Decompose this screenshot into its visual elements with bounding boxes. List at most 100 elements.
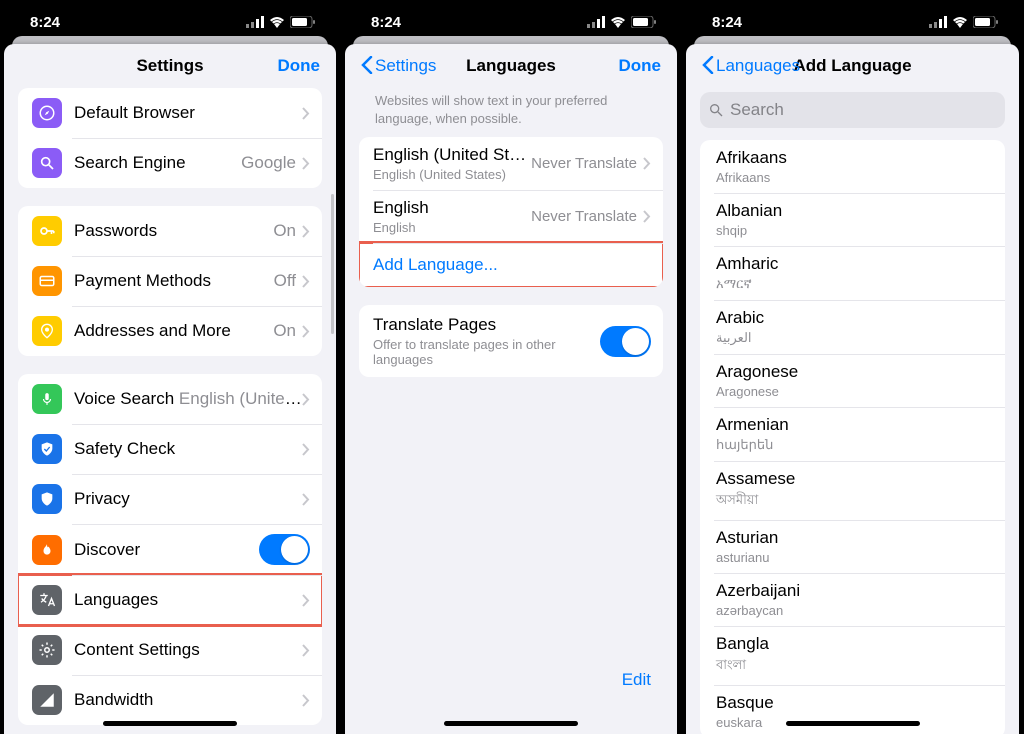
row-label: Bangla — [716, 634, 989, 654]
row-sublabel: azərbaycan — [716, 603, 989, 618]
done-button[interactable]: Done — [619, 56, 662, 76]
chevron-icon — [302, 225, 310, 238]
chevron-icon — [302, 493, 310, 506]
row-label: Default Browser — [74, 103, 302, 123]
home-indicator[interactable] — [786, 721, 920, 726]
row-label: Basque — [716, 693, 989, 713]
key-icon — [32, 216, 62, 246]
language-option[interactable]: Arabicالعربية — [700, 300, 1005, 354]
status-time: 8:24 — [30, 14, 60, 31]
search-engine-row[interactable]: Search Engine Google — [18, 138, 322, 188]
battery-icon — [631, 16, 657, 28]
battery-icon — [973, 16, 999, 28]
row-label: Armenian — [716, 415, 989, 435]
gear-icon — [32, 635, 62, 665]
row-label: English (United States) — [373, 145, 531, 165]
language-option[interactable]: Armenian հայերեն — [700, 407, 1005, 461]
search-input[interactable]: Search — [700, 92, 1005, 128]
language-option[interactable]: Amharicአማርኛ — [700, 246, 1005, 300]
row-label: Azerbaijani — [716, 581, 989, 601]
row-sublabel: বাংলা — [716, 656, 989, 677]
row-label: Arabic — [716, 308, 989, 328]
row-label: Add Language... — [373, 255, 651, 275]
row-value: On — [273, 221, 296, 241]
discover-row[interactable]: Discover — [18, 524, 322, 575]
payment-methods-row[interactable]: Payment Methods Off — [18, 256, 322, 306]
signal-icon — [246, 16, 264, 28]
chevron-icon — [302, 393, 310, 406]
row-value: Never Translate — [531, 208, 637, 225]
row-sublabel: አማርኛ — [716, 276, 989, 292]
row-label: Asturian — [716, 528, 989, 548]
row-label: Albanian — [716, 201, 989, 221]
chevron-icon — [643, 210, 651, 223]
bandwidth-row[interactable]: Bandwidth — [18, 675, 322, 725]
home-indicator[interactable] — [103, 721, 237, 726]
battery-icon — [290, 16, 316, 28]
add-language-button[interactable]: Add Language... — [359, 243, 663, 287]
search-placeholder: Search — [730, 100, 784, 120]
language-option[interactable]: Asturianasturianu — [700, 520, 1005, 573]
status-icons — [929, 16, 999, 28]
row-sublabel: հայերեն — [716, 437, 989, 453]
addresses-row[interactable]: Addresses and More On — [18, 306, 322, 356]
done-button[interactable]: Done — [278, 56, 321, 76]
nav-bar: Settings Done — [4, 44, 336, 88]
row-label: Assamese — [716, 469, 989, 489]
languages-row[interactable]: Languages — [18, 575, 322, 625]
row-label: Content Settings — [74, 640, 302, 660]
row-label: Search Engine — [74, 153, 241, 173]
row-sublabel: Offer to translate pages in other langua… — [373, 337, 590, 367]
signal-icon — [587, 16, 605, 28]
chevron-icon — [302, 644, 310, 657]
row-value: Off — [274, 271, 296, 291]
back-button[interactable]: Settings — [361, 56, 436, 76]
content-settings-row[interactable]: Content Settings — [18, 625, 322, 675]
row-label: Addresses and More — [74, 321, 273, 341]
back-button[interactable]: Languages — [702, 56, 800, 76]
language-option[interactable]: Banglaবাংলা — [700, 626, 1005, 685]
row-sublabel: shqip — [716, 223, 989, 238]
safety-check-row[interactable]: Safety Check — [18, 424, 322, 474]
privacy-row[interactable]: Privacy — [18, 474, 322, 524]
row-value: On — [273, 321, 296, 341]
language-option[interactable]: AfrikaansAfrikaans — [700, 140, 1005, 193]
row-label: Discover — [74, 540, 259, 560]
translate-pages-toggle[interactable] — [600, 326, 651, 357]
status-icons — [246, 16, 316, 28]
row-label: Voice Search English (United St... — [74, 389, 302, 409]
shield-icon — [32, 484, 62, 514]
row-value: Google — [241, 153, 296, 173]
chevron-icon — [302, 107, 310, 120]
status-icons — [587, 16, 657, 28]
default-browser-row[interactable]: Default Browser — [18, 88, 322, 138]
passwords-row[interactable]: Passwords On — [18, 206, 322, 256]
language-option[interactable]: Azerbaijani azərbaycan — [700, 573, 1005, 626]
credit-card-icon — [32, 266, 62, 296]
language-row[interactable]: English (United States) English (United … — [359, 137, 663, 190]
row-label: Payment Methods — [74, 271, 274, 291]
signal-icon — [929, 16, 947, 28]
flame-icon — [32, 535, 62, 565]
language-option[interactable]: Assameseঅসমীয়া — [700, 461, 1005, 520]
language-option[interactable]: Albanian shqip — [700, 193, 1005, 246]
row-value: Never Translate — [531, 155, 637, 172]
wifi-icon — [610, 16, 626, 28]
shield-check-icon — [32, 434, 62, 464]
voice-search-row[interactable]: Voice Search English (United St... — [18, 374, 322, 424]
row-label: Passwords — [74, 221, 273, 241]
row-sublabel: অসমীয়া — [716, 491, 989, 512]
language-row[interactable]: English English Never Translate — [359, 190, 663, 243]
language-option[interactable]: AragoneseAragonese — [700, 354, 1005, 407]
chevron-icon — [302, 443, 310, 456]
row-sublabel: English (United States) — [373, 167, 531, 182]
scrollbar[interactable] — [331, 194, 334, 334]
chevron-icon — [302, 275, 310, 288]
home-indicator[interactable] — [444, 721, 578, 726]
translate-pages-row[interactable]: Translate Pages Offer to translate pages… — [359, 305, 663, 377]
row-label: Bandwidth — [74, 690, 302, 710]
language-option[interactable]: Basqueeuskara — [700, 685, 1005, 734]
edit-button[interactable]: Edit — [622, 670, 651, 690]
row-label: Safety Check — [74, 439, 302, 459]
discover-toggle[interactable] — [259, 534, 310, 565]
